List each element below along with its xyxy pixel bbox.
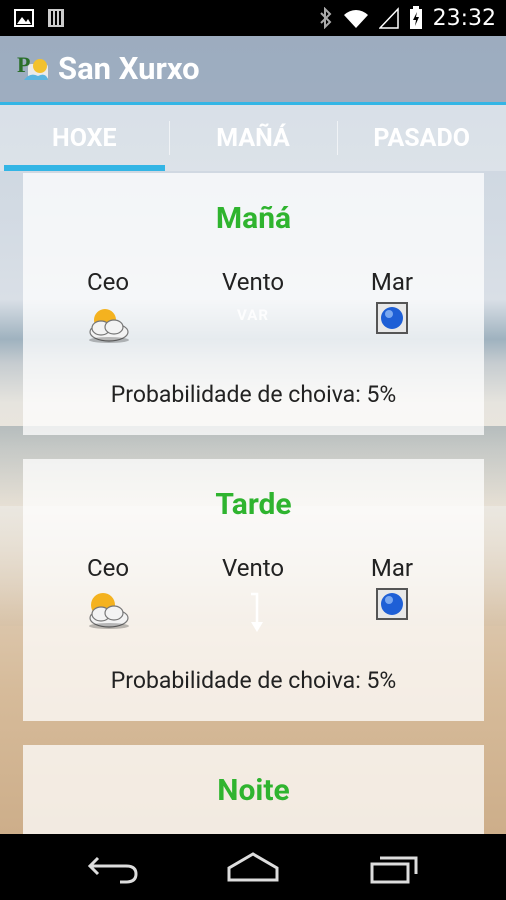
wind-label: Vento [221,268,285,296]
period-title: Noite [217,773,290,808]
recents-icon[interactable] [366,850,426,886]
sea-label: Mar [370,268,414,296]
battery-icon [409,6,422,29]
tab-pasado[interactable]: PASADO [337,105,506,171]
wind-column: Vento [193,554,313,634]
tab-mana[interactable]: MAÑÁ [168,105,338,171]
image-notification-icon [14,9,34,27]
wind-column: Vento VAR [193,268,313,324]
sim-notification-icon [48,9,64,27]
sea-column: Mar [332,268,452,334]
sea-state-icon [376,588,408,620]
forecast-card-afternoon: Tarde Ceo Vento Mar Probabilidade de cho… [23,459,484,721]
forecast-card-night: Noite [23,745,484,834]
tab-label: MAÑÁ [216,123,290,153]
back-icon[interactable] [84,850,144,886]
app-logo-icon[interactable]: P [16,52,50,86]
wind-label: Vento [221,554,285,582]
rain-probability: Probabilidade de choiva: 5% [110,381,397,408]
wind-direction-arrow-icon [251,592,263,632]
wifi-icon [343,10,368,28]
tab-label: PASADO [373,123,470,153]
sky-column: Ceo [48,268,168,344]
signal-icon [378,7,399,29]
rain-probability: Probabilidade de choiva: 5% [110,667,397,694]
sea-state-icon [376,302,408,334]
partly-cloudy-icon [89,593,129,629]
tab-bar: HOXE MAÑÁ PASADO [0,105,506,171]
tab-label: HOXE [52,123,117,153]
sky-column: Ceo [48,554,168,630]
home-icon[interactable] [223,850,283,886]
sea-label: Mar [370,554,414,582]
action-bar: P San Xurxo [0,36,506,105]
sky-label: Ceo [86,554,130,582]
sea-column: Mar [332,554,452,620]
period-title: Tarde [215,487,292,522]
svg-text:P: P [17,52,30,77]
period-title: Mañá [215,201,292,236]
bluetooth-icon [319,7,332,29]
app-title: San Xurxo [58,50,200,87]
navigation-bar [0,834,506,900]
tab-hoxe[interactable]: HOXE [0,105,169,171]
partly-cloudy-icon [89,309,129,343]
status-clock: 23:32 [432,5,496,31]
sky-label: Ceo [86,268,130,296]
status-bar: 23:32 [0,0,506,36]
forecast-card-morning: Mañá Ceo Vento VAR Mar Probabilidade de … [23,173,484,435]
wind-variable-value: VAR [237,306,269,324]
